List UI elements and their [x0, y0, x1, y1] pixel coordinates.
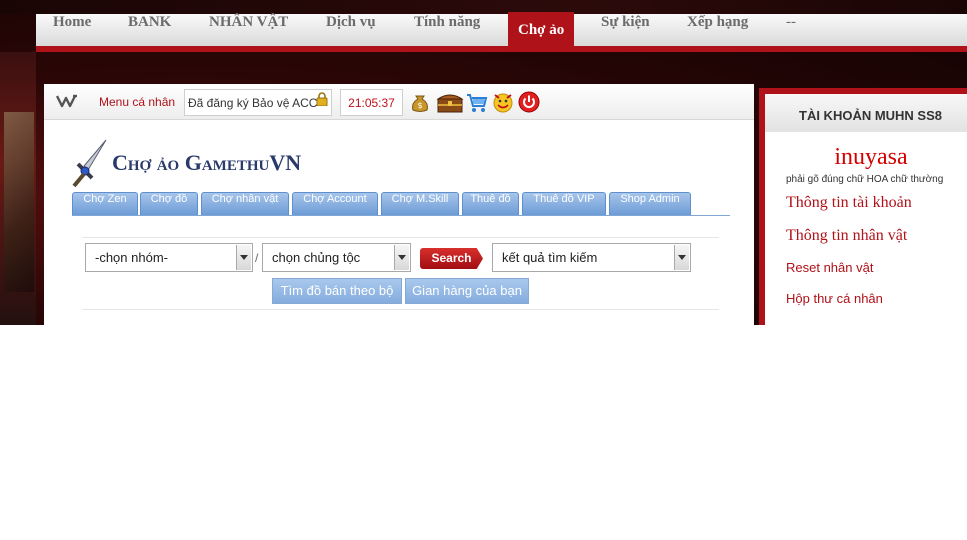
- treasure-chest-icon[interactable]: [436, 90, 464, 114]
- nav-dich-vu[interactable]: Dịch vụ: [326, 14, 376, 46]
- chevron-down-icon[interactable]: [394, 245, 409, 270]
- nav-more[interactable]: --: [786, 14, 796, 46]
- cut-off-link: [786, 318, 856, 325]
- tab-shop-admin[interactable]: Shop Admin: [609, 192, 691, 215]
- tab-cho-account[interactable]: Chợ Account: [292, 192, 378, 215]
- link-inbox[interactable]: Hộp thư cá nhân: [786, 291, 883, 306]
- power-icon[interactable]: [518, 90, 540, 114]
- shopping-cart-icon[interactable]: [466, 90, 488, 114]
- market-tabs: Chợ Zen Chợ đồ Chợ nhân vật Chợ Account …: [72, 192, 730, 216]
- group-select[interactable]: -chọn nhóm-: [85, 243, 253, 272]
- search-button[interactable]: Search: [420, 248, 483, 269]
- username-note: phải gõ đúng chữ HOA chữ thường: [786, 174, 944, 185]
- tab-cho-m-skill[interactable]: Chợ M.Skill: [381, 192, 459, 215]
- account-panel-header: TÀI KHOẢN MUHN SS8: [765, 94, 967, 132]
- lock-icon: [316, 92, 328, 106]
- link-character-info[interactable]: Thông tin nhân vật: [786, 227, 907, 245]
- find-set-button[interactable]: Tìm đồ bán theo bộ: [272, 278, 402, 304]
- select-separator: /: [255, 251, 259, 265]
- smiley-icon[interactable]: [492, 90, 514, 114]
- chevron-down-icon[interactable]: [236, 245, 251, 270]
- race-select[interactable]: chọn chủng tộc: [262, 243, 411, 272]
- tab-thue-do[interactable]: Thuê đồ: [462, 192, 519, 215]
- tab-thue-do-vip[interactable]: Thuê đồ VIP: [522, 192, 606, 215]
- server-clock: 21:05:37: [340, 89, 403, 116]
- personal-toolbar: Menu cá nhân Đã đăng ký Bảo vệ ACC 21:05…: [44, 84, 754, 120]
- username: inuyasa: [834, 144, 908, 170]
- link-reset-character[interactable]: Reset nhân vật: [786, 260, 873, 275]
- result-select[interactable]: kết quả tìm kiếm: [492, 243, 691, 272]
- chevron-down-icon[interactable]: [674, 245, 689, 270]
- nav-bank[interactable]: BANK: [128, 14, 171, 46]
- personal-menu-label[interactable]: Menu cá nhân: [99, 95, 175, 109]
- tab-cho-zen[interactable]: Chợ Zen: [72, 192, 138, 215]
- nav-xep-hang[interactable]: Xếp hạng: [687, 14, 748, 46]
- nav-home[interactable]: Home: [53, 14, 91, 46]
- result-select-value: kết quả tìm kiếm: [502, 250, 598, 265]
- top-banner-strip: [0, 0, 967, 14]
- acc-protection-status: Đã đăng ký Bảo vệ ACC: [184, 89, 332, 116]
- tab-cho-nhan-vat[interactable]: Chợ nhân vật: [201, 192, 289, 215]
- w-logo-icon[interactable]: [56, 93, 80, 109]
- money-bag-icon[interactable]: $: [408, 90, 432, 114]
- group-select-value: -chọn nhóm-: [95, 250, 168, 265]
- race-select-value: chọn chủng tộc: [272, 250, 361, 265]
- acc-protection-text: Đã đăng ký Bảo vệ ACC: [188, 96, 318, 110]
- page-title: Chợ ảo GamethuVN: [112, 150, 302, 175]
- nav-tinh-nang[interactable]: Tính năng: [414, 14, 480, 46]
- link-account-info[interactable]: Thông tin tài khoản: [786, 194, 912, 212]
- my-shop-button[interactable]: Gian hàng của bạn: [405, 278, 529, 304]
- sword-logo-icon: [72, 139, 107, 188]
- nav-nhan-vat[interactable]: NHÂN VẬT: [209, 14, 288, 46]
- nav-su-kien[interactable]: Sự kiện: [601, 14, 650, 46]
- background-artwork: [0, 52, 36, 325]
- tab-cho-do[interactable]: Chợ đồ: [140, 192, 198, 215]
- viewport: Home BANK NHÂN VẬT Dịch vụ Tính năng Chợ…: [0, 0, 967, 325]
- main-nav: Home BANK NHÂN VẬT Dịch vụ Tính năng Chợ…: [36, 12, 967, 52]
- svg-text:$: $: [417, 101, 422, 110]
- nav-cho-ao[interactable]: Chợ ảo: [508, 12, 575, 46]
